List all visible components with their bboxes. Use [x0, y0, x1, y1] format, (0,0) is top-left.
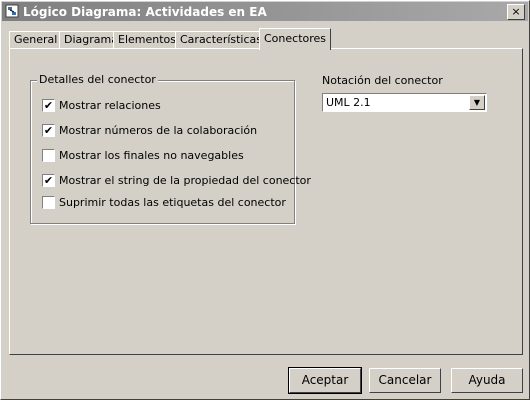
checkbox-unchecked-icon[interactable] — [42, 196, 55, 209]
diagram-app-icon — [5, 4, 19, 18]
connector-details-group: Detalles del conector ✔ Mostrar relacion… — [30, 73, 311, 224]
title-bar: Lógico Diagrama: Actividades en EA × — [2, 2, 528, 21]
window-title: Lógico Diagrama: Actividades en EA — [23, 5, 267, 19]
tab-caracteristicas[interactable]: Características — [175, 31, 264, 49]
notation-select[interactable]: UML 2.1 ▼ — [322, 93, 487, 112]
checkbox-checked-icon[interactable]: ✔ — [42, 174, 55, 187]
checkbox-unchecked-icon[interactable] — [42, 149, 55, 162]
close-icon: × — [511, 5, 521, 18]
checkbox-checked-icon[interactable]: ✔ — [42, 99, 55, 112]
help-button[interactable]: Ayuda — [451, 368, 523, 393]
dialog-window: Lógico Diagrama: Actividades en EA × Gen… — [0, 0, 530, 400]
tab-panel-conectores: Detalles del conector ✔ Mostrar relacion… — [9, 48, 523, 355]
tab-general[interactable]: General — [9, 31, 61, 49]
checkbox-label: Mostrar los finales no navegables — [59, 149, 244, 162]
checkbox-label: Mostrar relaciones — [59, 99, 161, 112]
close-button[interactable]: × — [507, 4, 525, 20]
tab-diagrama[interactable]: Diagrama — [59, 31, 118, 49]
group-title: Detalles del conector — [37, 73, 158, 86]
checkbox-label: Mostrar números de la colaboración — [59, 124, 258, 137]
notation-label: Notación del conector — [322, 74, 443, 87]
checkbox-label: Mostrar el string de la propiedad del co… — [59, 174, 311, 187]
checkbox-checked-icon[interactable]: ✔ — [42, 124, 55, 137]
notation-select-value: UML 2.1 — [326, 96, 371, 109]
cancel-button[interactable]: Cancelar — [369, 368, 441, 393]
chevron-down-icon[interactable]: ▼ — [469, 95, 485, 110]
tab-conectores[interactable]: Conectores — [259, 28, 331, 50]
tab-elementos[interactable]: Elementos — [113, 31, 179, 49]
checkbox-label: Suprimir todas las etiquetas del conecto… — [59, 196, 286, 209]
accept-button[interactable]: Aceptar — [288, 367, 362, 394]
